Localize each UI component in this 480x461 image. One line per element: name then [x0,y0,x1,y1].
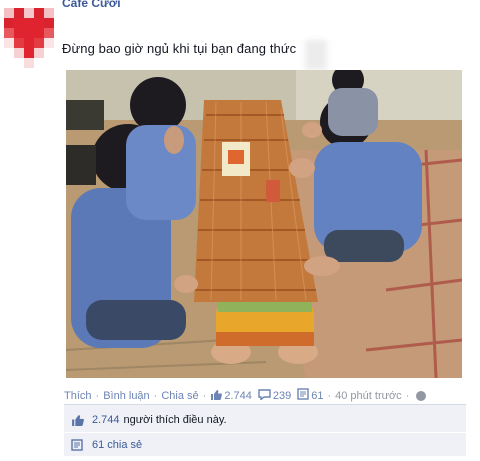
caption-blur [305,40,327,70]
comment-bubble-icon [258,388,271,403]
comment-count-value: 239 [272,389,292,402]
post-action-bar: Thích · Bình luận · Chia sẻ · 2.744 239 … [64,388,427,403]
globe-icon [416,390,427,401]
thumbs-up-icon [70,413,84,427]
share-link[interactable]: Chia sẻ [161,390,198,402]
share-icon [297,388,309,403]
like-link[interactable]: Thích [64,390,92,402]
share-icon [70,438,84,452]
share-count[interactable]: 61 [297,388,323,403]
likes-text: người thích điều này. [123,414,227,426]
post-photo[interactable] [66,70,462,378]
thumbs-up-icon [210,389,223,403]
comment-link[interactable]: Bình luận [103,390,149,402]
separator: · [153,389,158,402]
likes-row: 2.744 người thích điều này. [64,408,466,432]
likes-count-link[interactable]: 2.744 [92,414,120,426]
separator: · [405,389,410,402]
share-count-value: 61 [311,389,324,402]
comment-count[interactable]: 239 [258,388,292,403]
like-count-value: 2.744 [224,389,252,402]
like-count[interactable]: 2.744 [210,389,252,403]
page-avatar[interactable] [4,8,54,68]
separator: · [327,389,332,402]
ufi-box: 2.744 người thích điều này. 61 chia sẻ [64,404,466,456]
separator: · [95,389,100,402]
page-name-link[interactable]: Cafe Cười [62,0,121,12]
shares-link[interactable]: 61 chia sẻ [92,439,142,451]
separator: · [202,389,207,402]
post-timestamp[interactable]: 40 phút trước [335,390,402,402]
post-caption: Đừng bao giờ ngủ khi tụi bạn đang thức [62,41,297,56]
facebook-post: Cafe Cười Đừng bao giờ ngủ khi tụi bạn đ… [0,0,480,461]
shares-row: 61 chia sẻ [64,433,466,457]
